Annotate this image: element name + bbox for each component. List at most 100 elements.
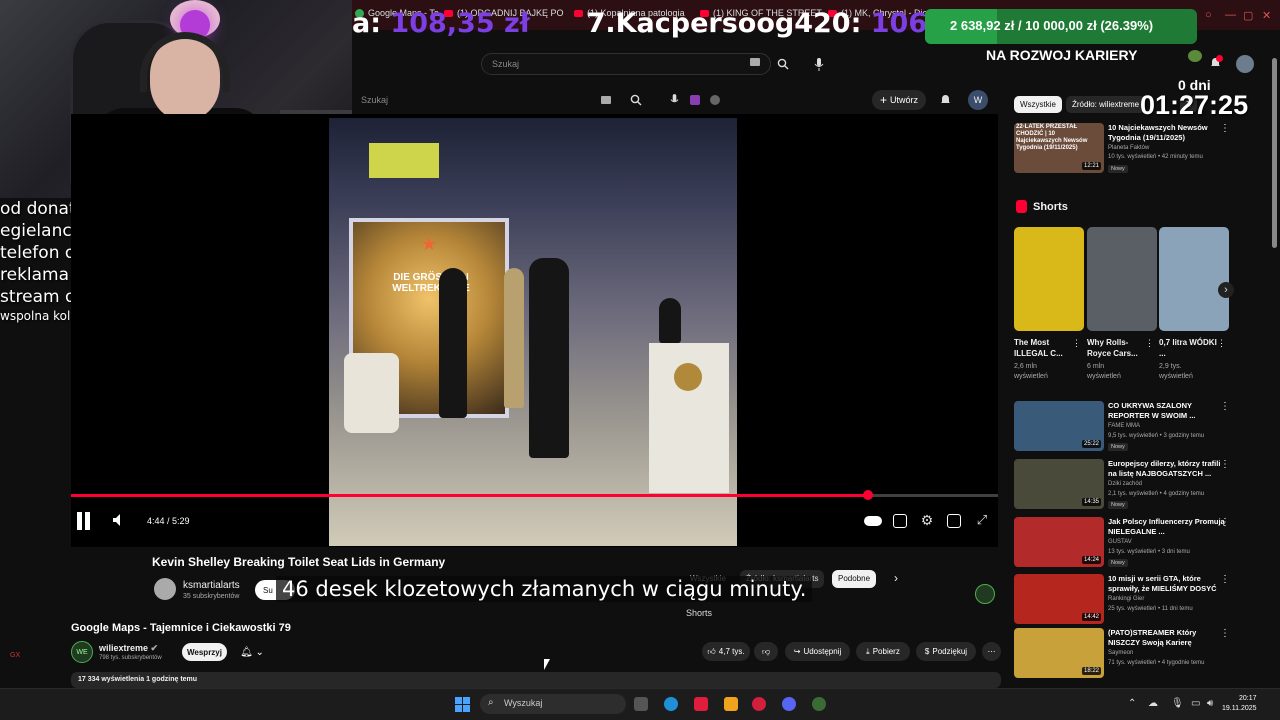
discord-icon[interactable] — [782, 697, 796, 711]
more-options-icon[interactable]: ⋮ — [1220, 628, 1230, 639]
video-thumbnail[interactable]: 14:24 — [1014, 517, 1104, 567]
short-thumbnail[interactable] — [1159, 227, 1229, 331]
volume-icon[interactable] — [112, 513, 128, 529]
avatar[interactable]: W — [968, 90, 988, 110]
start-button[interactable] — [455, 697, 470, 712]
person-figure — [504, 268, 524, 408]
inner-search-input[interactable]: Szukaj — [357, 92, 622, 110]
short-thumbnail[interactable] — [1087, 227, 1157, 331]
share-button[interactable]: ↪ Udostępnij — [785, 642, 850, 661]
chevron-right-icon[interactable]: › — [1218, 282, 1234, 298]
list-item[interactable]: 14:42 10 misji w serii GTA, które sprawił… — [1014, 574, 1244, 624]
extension-icon[interactable] — [690, 95, 700, 105]
chip-similar[interactable]: Podobne — [832, 570, 877, 588]
related-video-title[interactable]: Kevin Shelley Breaking Toilet Seat Lids … — [152, 555, 445, 569]
subtitles-icon[interactable] — [893, 514, 907, 528]
video-thumbnail[interactable]: 25:22 — [1014, 401, 1104, 451]
autoplay-toggle[interactable] — [864, 516, 882, 526]
career-goal-title: NA ROZWOJ KARIERY — [986, 47, 1138, 63]
thanks-icon: $ — [924, 647, 930, 656]
subscription-bell-button[interactable]: 🔔︎ ⌄ — [235, 643, 269, 661]
taskbar-clock[interactable]: 20:17 19.11.2025 — [1222, 694, 1257, 714]
frog-emote-icon — [1188, 50, 1202, 62]
list-item[interactable]: 22-LATEK PRZESTAŁ CHODZIĆ | 10 Najciekaw… — [1014, 123, 1244, 173]
short-title[interactable]: Why Rolls-Royce Cars... — [1087, 337, 1147, 359]
avatar[interactable] — [154, 578, 176, 600]
video-thumbnail[interactable]: 14:42 — [1014, 574, 1104, 624]
settings-gear-icon[interactable]: ⚙ — [919, 512, 935, 528]
pause-button[interactable] — [77, 512, 91, 530]
person-figure — [529, 258, 569, 458]
short-title[interactable]: 0,7 litra WÓDKI ... — [1159, 337, 1219, 359]
minimize-icon[interactable]: — — [1225, 9, 1236, 21]
opera-gx-icon[interactable] — [752, 697, 766, 711]
description-box[interactable]: 17 334 wyświetlenia 1 godzinę temu — [71, 672, 1001, 688]
plus-icon: + — [879, 93, 887, 107]
video-thumbnail[interactable]: 22-LATEK PRZESTAŁ CHODZIĆ | 10 Najciekaw… — [1014, 123, 1104, 173]
channel-watermark[interactable] — [975, 584, 995, 604]
list-item[interactable]: 18:22 (PATO)STREAMER Który NISZCZY Swoją … — [1014, 628, 1244, 678]
network-icon[interactable]: ▭ — [1191, 698, 1200, 709]
microphone-icon[interactable] — [667, 93, 681, 107]
microphone-icon[interactable] — [810, 55, 828, 73]
more-options-icon[interactable]: ⋮ — [1220, 517, 1230, 528]
speaker-icon[interactable]: 🔊︎ — [1207, 698, 1213, 709]
shorts-heading: Shorts — [1016, 200, 1068, 213]
video-thumbnail[interactable]: 18:22 — [1014, 628, 1104, 678]
list-item[interactable]: 14:35 Europejscy dilerzy, którzy trafili … — [1014, 459, 1244, 509]
more-options-icon[interactable]: ⋮ — [1220, 459, 1230, 470]
thanks-button[interactable]: $ Podziękuj — [916, 642, 976, 661]
avatar[interactable] — [1236, 55, 1254, 73]
more-options-icon[interactable]: ⋮ — [1072, 338, 1081, 349]
notification-badge — [1216, 55, 1223, 62]
download-button[interactable]: ⤓ Pobierz — [856, 642, 910, 661]
microphone-icon[interactable]: 🎙︎ — [1171, 698, 1184, 709]
chevron-up-icon[interactable]: ⌃ — [1128, 698, 1136, 709]
more-actions-button[interactable]: ⋯ — [982, 642, 1001, 661]
more-options-icon[interactable]: ⋮ — [1220, 401, 1230, 412]
edge-icon[interactable] — [664, 697, 678, 711]
like-button[interactable]: 👍︎ 4,7 tys. — [702, 642, 750, 661]
search-icon[interactable] — [774, 55, 792, 73]
short-thumbnail[interactable] — [1014, 227, 1084, 331]
video-thumbnail[interactable]: 14:35 — [1014, 459, 1104, 509]
miniplayer-icon[interactable] — [947, 514, 961, 528]
notification-bell-icon[interactable] — [938, 92, 952, 108]
maximize-icon[interactable]: ▢ — [1243, 9, 1253, 22]
task-view-icon[interactable] — [634, 697, 648, 711]
snipping-tool-icon[interactable] — [724, 697, 738, 711]
video-app-icon[interactable] — [694, 697, 708, 711]
list-item[interactable]: 25:22 CO UKRYWA SZALONY REPORTER W SWOIM … — [1014, 401, 1244, 451]
person-figure — [439, 268, 467, 418]
search-tabs-icon[interactable]: ○ — [1205, 9, 1212, 21]
taskbar-search-input[interactable]: ⌕ Wyszukaj — [480, 694, 626, 714]
search-icon[interactable] — [627, 91, 645, 109]
video-title: Google Maps - Tajemnice i Ciekawostki 79 — [71, 622, 291, 634]
chip-all[interactable]: Wszystkie — [1014, 96, 1062, 113]
avatar[interactable]: WE — [71, 641, 93, 663]
list-item[interactable]: 14:24 Jak Polscy Influencerzy Promują NIE… — [1014, 517, 1244, 567]
keyboard-icon[interactable] — [750, 58, 760, 66]
cloud-icon[interactable]: ☁ — [1148, 698, 1158, 709]
dislike-button[interactable]: 👎︎ — [754, 642, 778, 661]
app-icon[interactable] — [812, 697, 826, 711]
channel-name[interactable]: wiliextreme ✔ — [99, 643, 158, 654]
chevron-right-icon[interactable]: › — [894, 571, 898, 585]
more-options-icon[interactable]: ⋮ — [1145, 338, 1154, 349]
close-icon[interactable]: ✕ — [1262, 9, 1271, 22]
search-input[interactable]: Szukaj — [481, 53, 771, 75]
related-channel-name[interactable]: ksmartialarts — [183, 580, 240, 591]
fullscreen-icon[interactable]: ⤢ — [974, 512, 990, 528]
person-figure — [659, 298, 681, 343]
more-options-icon[interactable]: ⋮ — [1220, 574, 1230, 585]
chip-source[interactable]: Źródło: wiliextreme — [1066, 96, 1146, 113]
extension-icon[interactable] — [710, 95, 720, 105]
more-options-icon[interactable]: ⋮ — [1220, 123, 1230, 134]
create-button[interactable]: + Utwórz — [872, 90, 926, 110]
more-options-icon[interactable]: ⋮ — [1217, 338, 1226, 349]
scrollbar[interactable] — [1272, 58, 1277, 248]
short-title[interactable]: The Most ILLEGAL C... — [1014, 337, 1074, 359]
support-button[interactable]: Wesprzyj — [182, 643, 227, 661]
keyboard-icon[interactable] — [601, 96, 611, 104]
share-icon: ↪ — [793, 647, 801, 656]
